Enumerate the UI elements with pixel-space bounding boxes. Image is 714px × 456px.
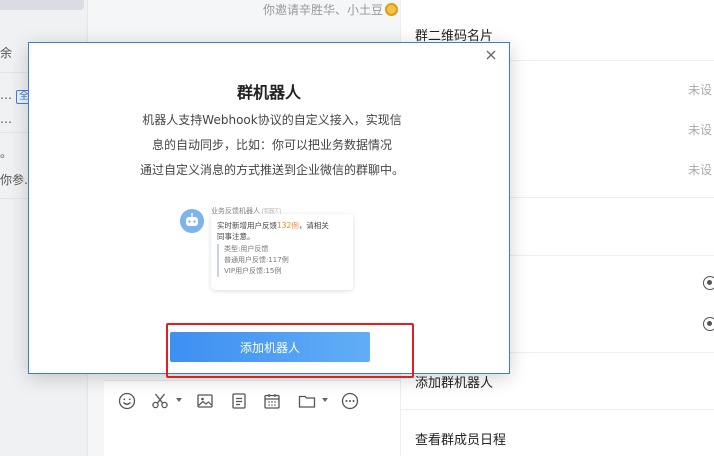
- file-options-chevron-down-icon[interactable]: [322, 398, 328, 402]
- image-icon[interactable]: [195, 391, 215, 411]
- robot-message-preview: 实时新增用户反馈132例，请相关 同事注意。 类型:用户反馈 普通用户反馈:11…: [211, 214, 353, 290]
- add-group-robot-item[interactable]: 添加群机器人: [415, 372, 493, 391]
- description-line: 息的自动同步，比如：你可以把业务数据情况: [151, 138, 392, 152]
- setting-value[interactable]: 未设: [688, 161, 712, 178]
- system-message: 你邀请辛胜华、小土豆: [263, 1, 423, 23]
- dialog-title: 群机器人: [236, 83, 301, 102]
- close-icon[interactable]: [483, 47, 499, 63]
- annotation-highlight-box: [166, 323, 414, 378]
- sunflower-emoji-icon: [385, 3, 399, 16]
- view-member-schedule-item[interactable]: 查看群成员日程: [415, 429, 506, 448]
- settings-divider: [400, 409, 714, 410]
- description-line: 机器人支持Webhook协议的自定义接入，实现信: [142, 113, 402, 127]
- description-line: 通过自定义消息的方式推送到企业微信的群聊中。: [139, 163, 404, 177]
- dialog-description: 机器人支持Webhook协议的自定义接入，实现信 息的自动同步，比如：你可以把业…: [129, 108, 415, 183]
- preview-text: ，请相关: [298, 221, 329, 230]
- conversation-snippet[interactable]: 。: [0, 144, 12, 161]
- calendar-icon[interactable]: [262, 391, 282, 411]
- emoji-icon[interactable]: [117, 391, 137, 411]
- screenshot-options-chevron-down-icon[interactable]: [176, 398, 182, 402]
- more-icon[interactable]: [340, 391, 360, 411]
- setting-radio-button[interactable]: [703, 276, 714, 290]
- preview-message-line: 实时新增用户反馈132例，请相关: [217, 220, 347, 231]
- document-icon[interactable]: [229, 391, 249, 411]
- preview-text: 实时新增用户反馈: [217, 221, 277, 230]
- conversation-snippet[interactable]: 余: [0, 44, 12, 61]
- preview-highlight-count: 132例: [277, 221, 299, 230]
- preview-detail-line: VIP用户反馈:15例: [224, 267, 282, 275]
- folder-icon[interactable]: [297, 391, 317, 411]
- preview-detail-line: 普通用户反馈:117例: [224, 256, 289, 264]
- system-message-text: 你邀请辛胜华、小土豆: [263, 3, 384, 17]
- preview-detail-line: 类型:用户反馈: [224, 245, 269, 253]
- preview-details-block: 类型:用户反馈 普通用户反馈:117例 VIP用户反馈:15例: [217, 244, 347, 277]
- setting-radio-button[interactable]: [703, 317, 714, 331]
- conversation-snippet[interactable]: …: [0, 112, 12, 126]
- selected-conversation-item[interactable]: [0, 0, 84, 10]
- setting-value[interactable]: 未设: [688, 121, 712, 138]
- setting-value[interactable]: 未设: [688, 81, 712, 98]
- scissors-icon[interactable]: [150, 391, 170, 411]
- snippet-text: …: [0, 88, 12, 102]
- preview-message-line: 同事注意。: [217, 232, 255, 241]
- robot-avatar-icon: [180, 209, 204, 233]
